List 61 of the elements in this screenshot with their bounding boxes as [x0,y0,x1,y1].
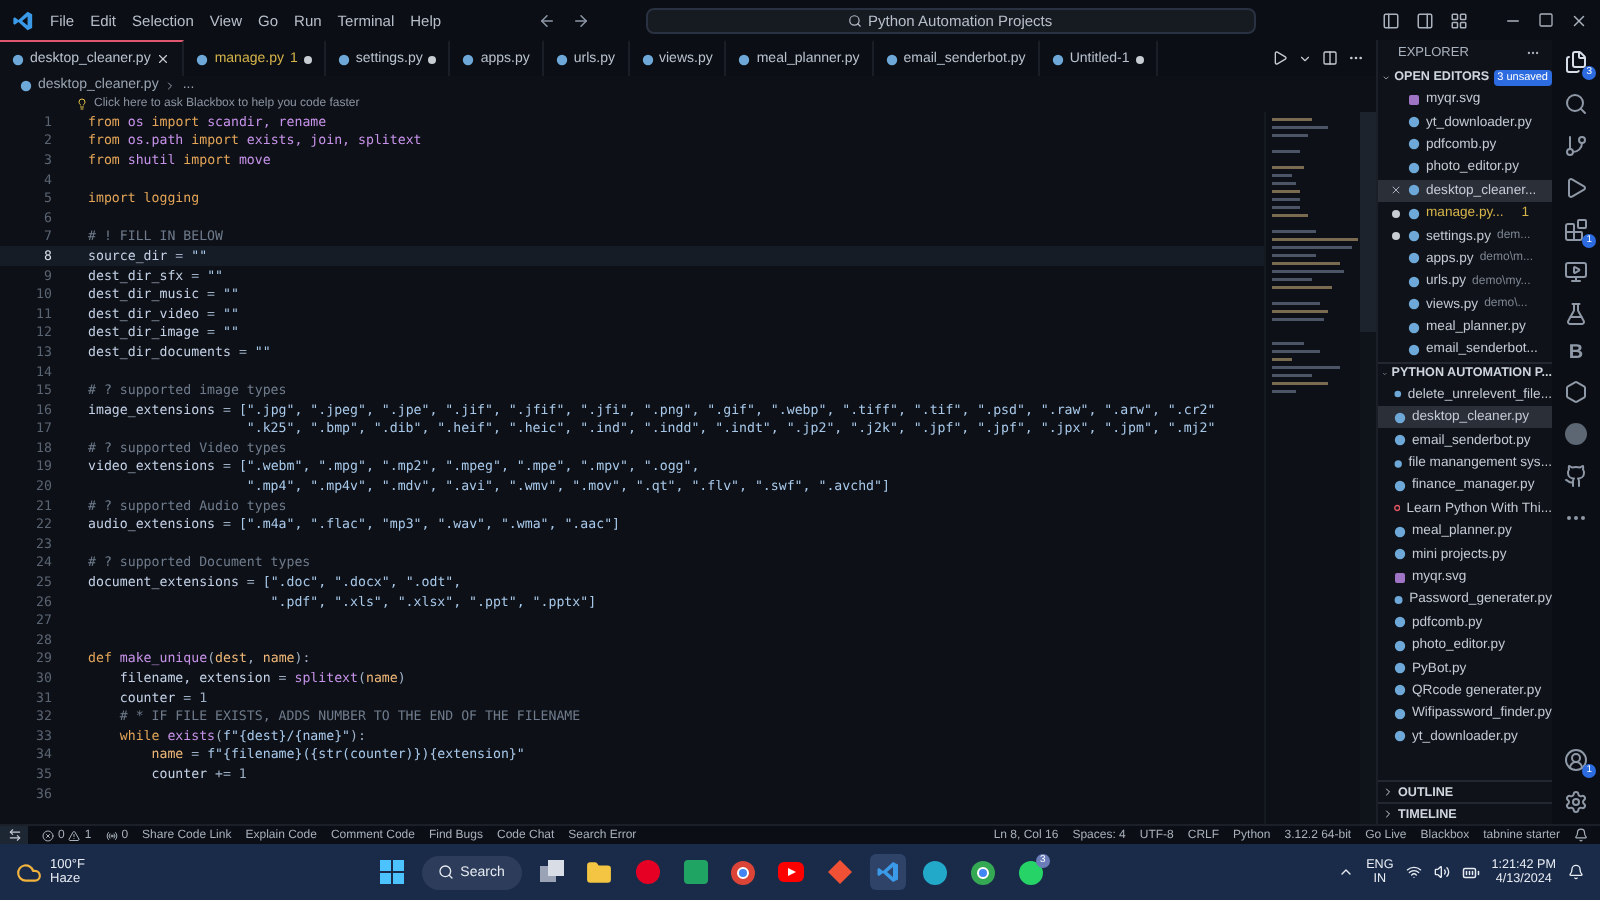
github-icon[interactable] [1562,462,1590,490]
modified-dot [1135,55,1144,63]
back-arrow-icon[interactable] [537,11,556,29]
chevron-up-icon[interactable] [1338,864,1355,880]
wifi-icon[interactable] [1405,864,1422,880]
arrows-icon [7,828,21,842]
close-icon[interactable] [156,52,171,66]
modified-dot [303,55,312,63]
run-icon[interactable] [1272,50,1288,66]
panel-left-icon[interactable] [1382,11,1400,29]
settings-icon[interactable] [1562,788,1590,816]
file-icon [641,53,653,65]
weather-icon[interactable] [16,859,42,885]
more-icon[interactable] [1526,46,1540,60]
file-icon [196,53,209,65]
split-editor-icon[interactable] [1322,50,1338,66]
antenna-icon [105,829,118,841]
close-icon[interactable] [1570,11,1588,29]
notification-icon[interactable] [1567,864,1584,880]
chevron-down-icon[interactable] [1298,51,1312,65]
forward-arrow-icon[interactable] [571,11,590,29]
maximize-icon[interactable] [1538,12,1554,28]
file-icon [462,53,475,65]
chevron-down-icon [1382,71,1391,83]
modified-dot [1392,232,1400,241]
pdf-file-icon [1394,502,1401,515]
search-icon[interactable] [1562,90,1590,118]
lightbulb-icon [76,97,88,109]
layout-icon[interactable] [1450,11,1468,29]
modified-dot [1392,209,1400,218]
monitor-icon[interactable] [1562,258,1590,286]
file-icon [885,53,898,65]
notification-icon[interactable] [1574,828,1588,842]
search-icon [438,864,455,880]
error-icon [42,829,54,841]
file-icon [1051,53,1064,65]
file-icon [555,53,568,65]
file-icon [12,53,24,65]
panel-right-icon[interactable] [1416,11,1434,29]
image-file-icon [1408,93,1420,106]
file-icon [20,79,32,91]
search-icon [848,13,862,27]
code-editor-icon[interactable] [869,854,906,890]
app-logo-icon [12,9,34,31]
volume-icon[interactable] [1433,864,1450,880]
file-icon [738,53,751,65]
circle-icon[interactable] [1562,420,1590,448]
image-file-icon [1394,571,1406,583]
extension-letter[interactable]: B [1568,342,1584,364]
chevron-right-icon [164,79,177,91]
run-debug-icon[interactable] [1562,174,1590,202]
close-icon[interactable] [1390,184,1402,197]
flask-icon[interactable] [1562,300,1590,328]
branch-icon[interactable] [1562,132,1590,160]
file-icon [337,53,350,65]
hexagon-icon[interactable] [1562,378,1590,406]
modified-dot [428,55,437,63]
remote-button[interactable] [0,825,28,845]
battery-icon[interactable] [1461,863,1480,881]
scrollbar-thumb[interactable] [1360,112,1376,332]
warning-icon [68,829,81,841]
